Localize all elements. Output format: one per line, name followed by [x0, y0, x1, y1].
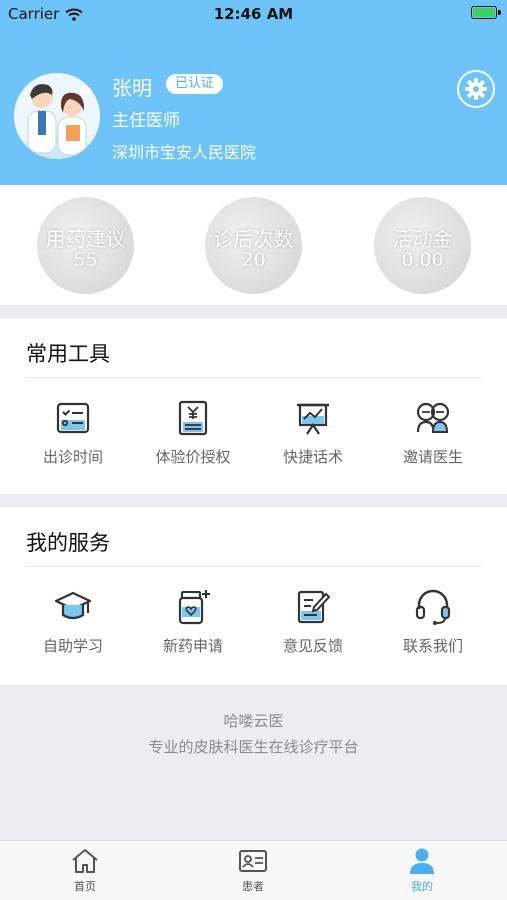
avatar[interactable] — [14, 73, 100, 159]
presentation-icon — [297, 403, 329, 435]
tab-me[interactable]: 我的 — [372, 847, 472, 894]
stat-label: 诊后次数 — [213, 227, 294, 251]
schedule-icon — [56, 402, 90, 434]
stats-row: 用药建议 55 诊后次数 20 活动金 0.00 — [0, 185, 507, 305]
home-icon — [72, 849, 98, 873]
common-tools-card: 常用工具 出诊时间 体验价授权 快捷话术 邀请医生 — [0, 318, 507, 494]
stat-value: 55 — [73, 249, 98, 271]
platform-description: 专业的皮肤科医生在线诊疗平台 — [148, 738, 359, 756]
tool-price-authorization[interactable]: 体验价授权 — [133, 390, 253, 467]
service-new-drug-application[interactable]: 新药申请 — [133, 579, 253, 656]
service-contact-us[interactable]: 联系我们 — [373, 579, 493, 656]
headset-icon — [415, 589, 451, 625]
feedback-edit-icon — [297, 590, 331, 624]
divider — [26, 377, 481, 378]
gear-icon — [465, 78, 487, 100]
doctor-name: 张明 — [112, 76, 152, 100]
tool-label: 出诊时间 — [42, 448, 103, 466]
tool-label: 意见反馈 — [282, 637, 343, 655]
profile-header: Carrier 12:46 AM 张明 已认证 主任医师 深圳市宝安人民医院 — [0, 0, 507, 185]
tab-label: 我的 — [411, 880, 433, 893]
tab-bar: 首页 患者 我的 — [0, 840, 507, 900]
section-title: 常用工具 — [26, 342, 110, 366]
tab-home[interactable]: 首页 — [35, 847, 135, 894]
tool-quick-phrases[interactable]: 快捷话术 — [253, 390, 373, 467]
tool-label: 联系我们 — [402, 637, 463, 655]
person-icon — [410, 848, 434, 874]
tool-label: 新药申请 — [162, 637, 223, 655]
invite-doctor-icon — [416, 402, 450, 433]
status-time: 12:46 AM — [213, 5, 294, 23]
stat-value: 0.00 — [401, 249, 444, 271]
status-bar: Carrier 12:46 AM — [0, 0, 507, 28]
stat-followup-count[interactable]: 诊后次数 20 — [205, 197, 302, 294]
tab-label: 患者 — [242, 880, 264, 893]
section-title: 我的服务 — [26, 531, 110, 555]
tool-label: 邀请医生 — [402, 448, 463, 466]
tool-label: 自助学习 — [42, 637, 103, 655]
medicine-bottle-icon — [178, 590, 210, 625]
divider — [26, 566, 481, 567]
tab-patients[interactable]: 患者 — [203, 847, 303, 894]
platform-name: 哈喽云医 — [223, 712, 284, 730]
my-services-card: 我的服务 自助学习 新药申请 意见反馈 联系我们 — [0, 507, 507, 685]
service-feedback[interactable]: 意见反馈 — [253, 579, 373, 656]
tool-invite-doctor[interactable]: 邀请医生 — [373, 390, 493, 467]
stat-value: 20 — [241, 249, 266, 271]
tool-label: 体验价授权 — [155, 448, 231, 466]
doctor-title: 主任医师 — [112, 111, 180, 131]
tool-label: 快捷话术 — [282, 448, 343, 466]
stat-label: 活动金 — [392, 227, 453, 251]
patient-card-icon — [239, 850, 267, 872]
verified-badge: 已认证 — [166, 74, 224, 94]
stat-label: 用药建议 — [45, 227, 126, 251]
graduation-cap-icon — [54, 591, 92, 620]
stat-activity-funds[interactable]: 活动金 0.00 — [374, 197, 471, 294]
service-self-study[interactable]: 自助学习 — [13, 579, 133, 656]
doctor-hospital: 深圳市宝安人民医院 — [112, 143, 257, 162]
battery-icon — [471, 6, 501, 19]
price-doc-icon — [178, 400, 208, 436]
tab-label: 首页 — [74, 880, 96, 893]
tool-schedule[interactable]: 出诊时间 — [13, 390, 133, 467]
stat-medication-advice[interactable]: 用药建议 55 — [37, 197, 134, 294]
settings-button[interactable] — [457, 70, 495, 108]
